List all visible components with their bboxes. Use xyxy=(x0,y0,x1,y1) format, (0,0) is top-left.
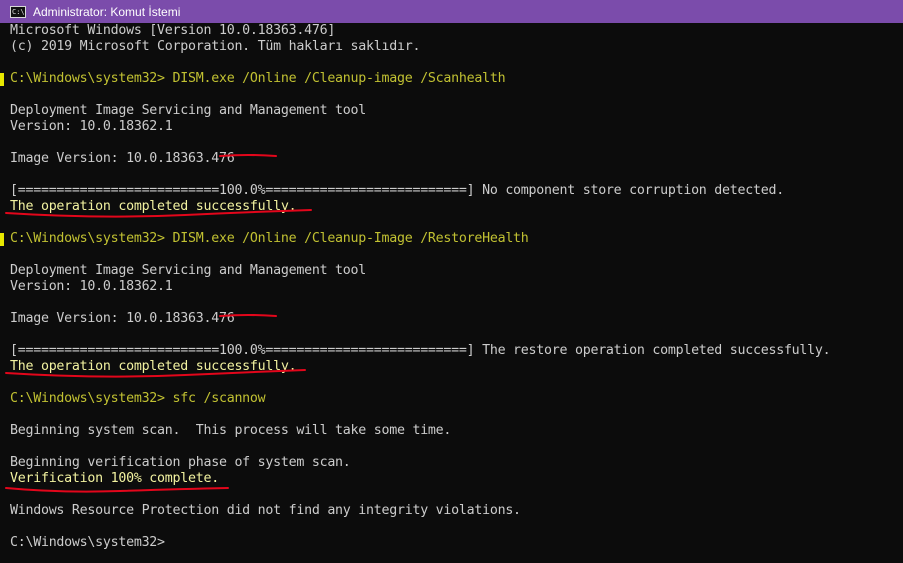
console-line: Beginning system scan. This process will… xyxy=(10,423,452,438)
console-line: Image Version: 10.0.18363.476 xyxy=(10,151,235,166)
console-line: (c) 2019 Microsoft Corporation. Tüm hakl… xyxy=(10,39,421,54)
console-line: C:\Windows\system32> xyxy=(10,535,165,550)
progress-line: [==========================100.0%=======… xyxy=(10,343,831,358)
console-line: Version: 10.0.18362.1 xyxy=(10,279,173,294)
cmd-icon[interactable]: C:\ xyxy=(10,5,26,18)
console-output[interactable]: Microsoft Windows [Version 10.0.18363.47… xyxy=(0,23,903,563)
console-line: Deployment Image Servicing and Managemen… xyxy=(10,263,367,278)
success-line: The operation completed successfully. xyxy=(10,359,297,374)
command-prompt-window: C:\ Administrator: Komut İstemi Microsof… xyxy=(0,0,903,563)
console-line: Deployment Image Servicing and Managemen… xyxy=(10,103,367,118)
command-line: C:\Windows\system32> DISM.exe /Online /C… xyxy=(10,71,506,86)
console-line: Version: 10.0.18362.1 xyxy=(10,119,173,134)
window-title: Administrator: Komut İstemi xyxy=(33,4,181,19)
success-line: Verification 100% complete. xyxy=(10,471,219,486)
console-line: Microsoft Windows [Version 10.0.18363.47… xyxy=(10,23,336,38)
progress-line: [==========================100.0%=======… xyxy=(10,183,784,198)
underline-mark xyxy=(5,487,229,493)
console-line: Windows Resource Protection did not find… xyxy=(10,503,521,518)
command-line: C:\Windows\system32> DISM.exe /Online /C… xyxy=(10,231,529,246)
yellow-marker-1 xyxy=(0,73,4,86)
command-line: C:\Windows\system32> sfc /scannow xyxy=(10,391,266,406)
console-line: Image Version: 10.0.18363.476 xyxy=(10,311,235,326)
console-line: Beginning verification phase of system s… xyxy=(10,455,351,470)
yellow-marker-2 xyxy=(0,233,4,246)
title-bar[interactable]: C:\ Administrator: Komut İstemi xyxy=(0,0,903,23)
success-line: The operation completed successfully. xyxy=(10,199,297,214)
